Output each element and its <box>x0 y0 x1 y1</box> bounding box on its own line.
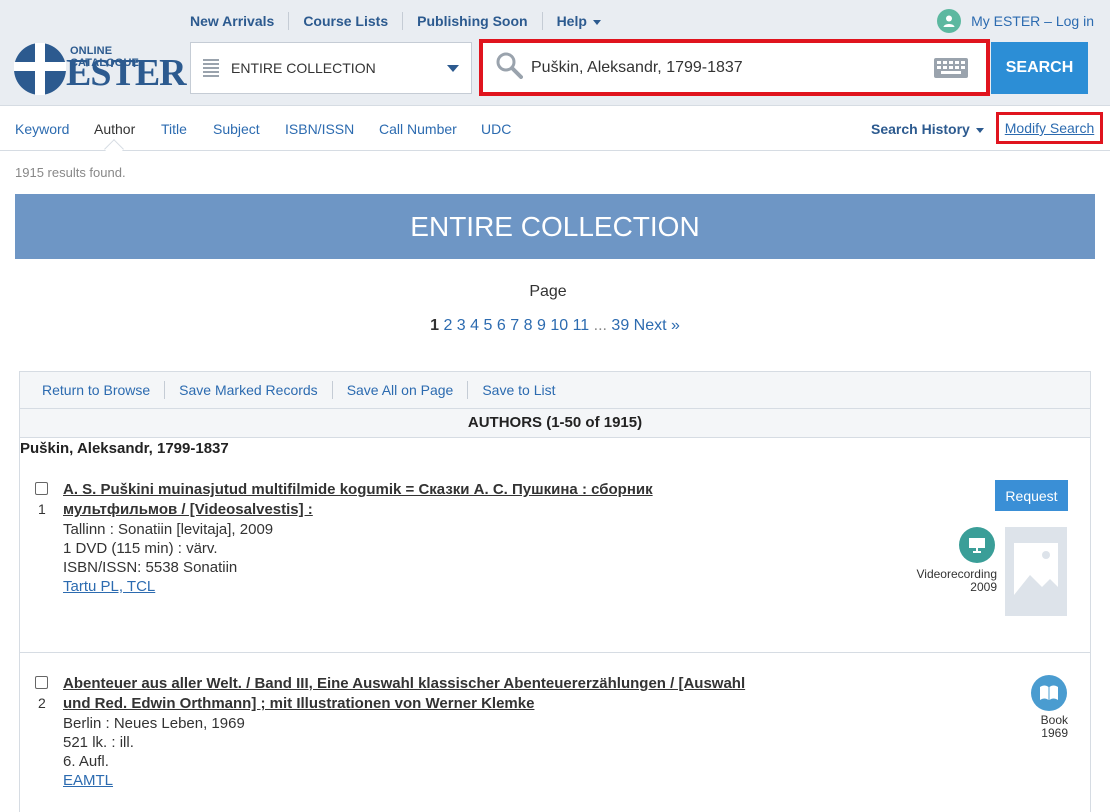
tab-isbn-issn[interactable]: ISBN/ISSN <box>285 121 354 137</box>
record-title[interactable]: Abenteuer aus aller Welt. / Band III, Ei… <box>63 674 763 714</box>
tab-call-number[interactable]: Call Number <box>379 121 457 137</box>
record-edition: 6. Aufl. <box>63 753 109 770</box>
user-icon <box>937 9 962 33</box>
record-title[interactable]: A. S. Puškini muinasjutud multifilmide k… <box>63 480 763 520</box>
tab-udc[interactable]: UDC <box>481 121 511 137</box>
ester-logo[interactable]: ONLINE CATALOGUE ESTER <box>14 39 187 97</box>
record-number: 1 <box>38 501 46 517</box>
record-description: 521 lk. : ill. <box>63 734 134 751</box>
page-current: 1 <box>430 317 439 334</box>
login-area: My ESTER – Log in <box>937 9 1094 33</box>
save-to-list-link[interactable]: Save to List <box>467 381 569 399</box>
search-button[interactable]: SEARCH <box>991 42 1088 94</box>
search-box <box>479 39 990 96</box>
results-toolbar: Return to Browse Save Marked Records Sav… <box>20 372 1090 409</box>
keyboard-icon[interactable] <box>934 57 968 78</box>
record-isbn: ISBN/ISSN: 5538 Sonatiin <box>63 559 238 576</box>
pagination: 1 2 3 4 5 6 7 8 9 10 11 ... 39 Next » <box>0 317 1110 335</box>
results-count: 1915 results found. <box>15 165 126 180</box>
collection-banner: ENTIRE COLLECTION <box>15 194 1095 259</box>
nav-help[interactable]: Help <box>541 12 615 30</box>
chevron-down-icon <box>592 19 601 25</box>
results-panel: Return to Browse Save Marked Records Sav… <box>19 371 1091 812</box>
tab-author[interactable]: Author <box>94 121 135 137</box>
login-link[interactable]: My ESTER – Log in <box>971 13 1094 29</box>
logo-title: ESTER <box>66 52 187 94</box>
record-location-link[interactable]: EAMTL <box>63 772 113 789</box>
page-link[interactable]: 11 <box>573 317 590 334</box>
modify-search-link[interactable]: Modify Search <box>996 112 1103 144</box>
nav-help-label: Help <box>556 13 587 29</box>
author-name: Puškin, Aleksandr, 1799-1837 <box>20 440 229 457</box>
header: New Arrivals Course Lists Publishing Soo… <box>0 0 1110 106</box>
page-link[interactable]: 10 <box>550 317 568 334</box>
logo-cross-icon <box>14 43 66 95</box>
search-input[interactable] <box>531 47 934 88</box>
tab-keyword[interactable]: Keyword <box>15 121 69 137</box>
page-link[interactable]: 2 <box>443 317 452 334</box>
search-type-tabs: Keyword Author Title Subject ISBN/ISSN C… <box>0 107 1110 159</box>
record-checkbox[interactable] <box>35 676 48 689</box>
record-publication: Berlin : Neues Leben, 1969 <box>63 715 245 732</box>
record-year: 2009 <box>970 580 997 594</box>
pager-title: Page <box>529 283 567 300</box>
record-location-link[interactable]: Tartu PL, TCL <box>63 578 155 595</box>
request-button[interactable]: Request <box>995 480 1068 511</box>
tab-subject[interactable]: Subject <box>213 121 260 137</box>
record-checkbox[interactable] <box>35 482 48 495</box>
return-to-browse-link[interactable]: Return to Browse <box>28 381 164 399</box>
page-link-last[interactable]: 39 <box>611 317 629 334</box>
page-link[interactable]: 9 <box>537 317 546 334</box>
collection-select-value: ENTIRE COLLECTION <box>231 60 376 76</box>
videorecording-icon <box>959 527 995 563</box>
page-link[interactable]: 6 <box>497 317 506 334</box>
page-link[interactable]: 7 <box>510 317 519 334</box>
active-tab-indicator <box>104 139 124 159</box>
search-icon <box>495 51 523 84</box>
tab-title[interactable]: Title <box>161 121 187 137</box>
search-history-dropdown[interactable]: Search History <box>871 121 984 137</box>
page-link[interactable]: 3 <box>457 317 466 334</box>
top-nav: New Arrivals Course Lists Publishing Soo… <box>176 11 615 31</box>
search-history-label: Search History <box>871 121 970 137</box>
cover-placeholder-image <box>1005 527 1067 616</box>
page-link[interactable]: 5 <box>484 317 493 334</box>
list-icon <box>203 57 219 79</box>
record-number: 2 <box>38 695 46 711</box>
collection-select[interactable]: ENTIRE COLLECTION <box>190 42 472 94</box>
authors-heading: AUTHORS (1-50 of 1915) <box>20 409 1090 438</box>
save-marked-records-link[interactable]: Save Marked Records <box>164 381 332 399</box>
record-divider <box>20 652 1090 653</box>
chevron-down-icon <box>975 127 984 133</box>
page-link[interactable]: 4 <box>470 317 479 334</box>
book-icon <box>1031 675 1067 711</box>
page-ellipsis: ... <box>593 317 607 334</box>
nav-new-arrivals[interactable]: New Arrivals <box>176 12 288 30</box>
page-link[interactable]: 8 <box>524 317 533 334</box>
record-description: 1 DVD (115 min) : värv. <box>63 540 218 557</box>
record-year: 1969 <box>1041 726 1068 740</box>
save-all-on-page-link[interactable]: Save All on Page <box>331 381 468 399</box>
nav-course-lists[interactable]: Course Lists <box>288 12 402 30</box>
record-publication: Tallinn : Sonatiin [levitaja], 2009 <box>63 521 274 538</box>
chevron-down-icon <box>447 64 459 72</box>
page-next-link[interactable]: Next » <box>634 317 680 334</box>
nav-publishing-soon[interactable]: Publishing Soon <box>402 12 541 30</box>
